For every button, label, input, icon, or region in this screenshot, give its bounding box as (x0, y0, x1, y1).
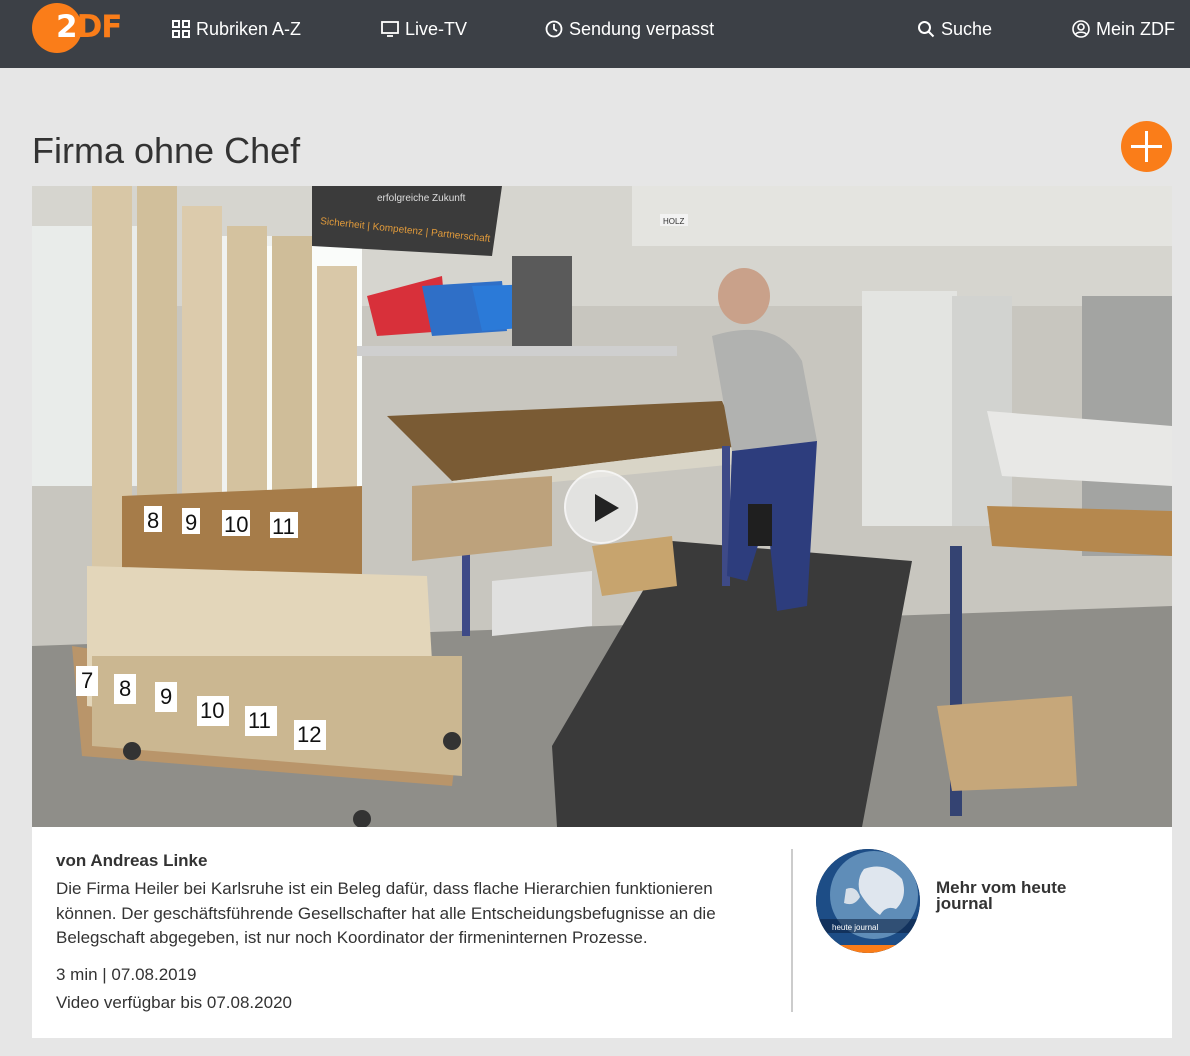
nav-live-label: Live-TV (405, 18, 468, 39)
tube-number-bottom-4: 10 (200, 698, 224, 723)
play-button[interactable] (564, 470, 638, 544)
top-navigation: 2DF Rubriken A-Z Live-TV Sendung verpass… (0, 0, 1190, 68)
wall-sign-text-1: erfolgreiche Zukunft (377, 193, 466, 204)
zdf-logo[interactable]: 2DF (32, 3, 122, 53)
nav-rubriken-label: Rubriken A-Z (196, 18, 302, 39)
tube-number-top-4: 11 (272, 514, 295, 539)
user-icon (1072, 20, 1090, 38)
nav-mein-zdf[interactable]: Mein ZDF (1072, 17, 1175, 41)
video-info-panel: von Andreas Linke Die Firma Heiler bei K… (32, 827, 1172, 1038)
add-to-list-button[interactable] (1121, 121, 1172, 172)
nav-search-label: Suche (941, 18, 993, 39)
logo-text: 2DF (56, 9, 122, 45)
divider (791, 849, 793, 1012)
video-description: Die Firma Heiler bei Karlsruhe ist ein B… (56, 879, 716, 947)
page-title: Firma ohne Chef (32, 130, 301, 171)
tube-number-bottom-2: 8 (119, 676, 131, 701)
tv-icon (381, 20, 399, 38)
thumb-text: heute journal (832, 923, 878, 932)
tube-number-top-3: 10 (224, 512, 248, 537)
video-meta: 3 min | 07.08.2019 (56, 965, 197, 984)
video-player[interactable]: erfolgreiche Zukunft Sicherheit | Kompet… (32, 186, 1172, 827)
more-from-heute-journal-link[interactable]: heute journal Mehr vom heute journal (816, 849, 1146, 959)
clock-icon (545, 20, 563, 38)
tube-number-bottom-6: 12 (297, 722, 321, 747)
availability-info: Video verfügbar bis 07.08.2020 (56, 993, 292, 1012)
tube-number-top-2: 9 (185, 510, 197, 535)
search-icon (917, 20, 935, 38)
tube-number-bottom-5: 11 (248, 708, 271, 733)
nav-account-label: Mein ZDF (1096, 18, 1176, 39)
more-label: Mehr vom heute journal (936, 878, 1067, 913)
nav-live-tv[interactable]: Live-TV (381, 17, 467, 41)
grid-icon (172, 20, 190, 38)
nav-missed-label: Sendung verpasst (569, 18, 715, 39)
heute-journal-thumbnail: heute journal (816, 849, 920, 953)
nav-search[interactable]: Suche (917, 17, 992, 41)
tube-number-bottom-3: 9 (160, 684, 172, 709)
nav-rubriken[interactable]: Rubriken A-Z (172, 17, 301, 41)
box-label: HOLZ (663, 217, 684, 226)
tube-number-top-1: 8 (147, 508, 159, 533)
tube-number-bottom-1: 7 (81, 668, 93, 693)
author: von Andreas Linke (56, 851, 208, 870)
nav-sendung-verpasst[interactable]: Sendung verpasst (545, 17, 714, 41)
